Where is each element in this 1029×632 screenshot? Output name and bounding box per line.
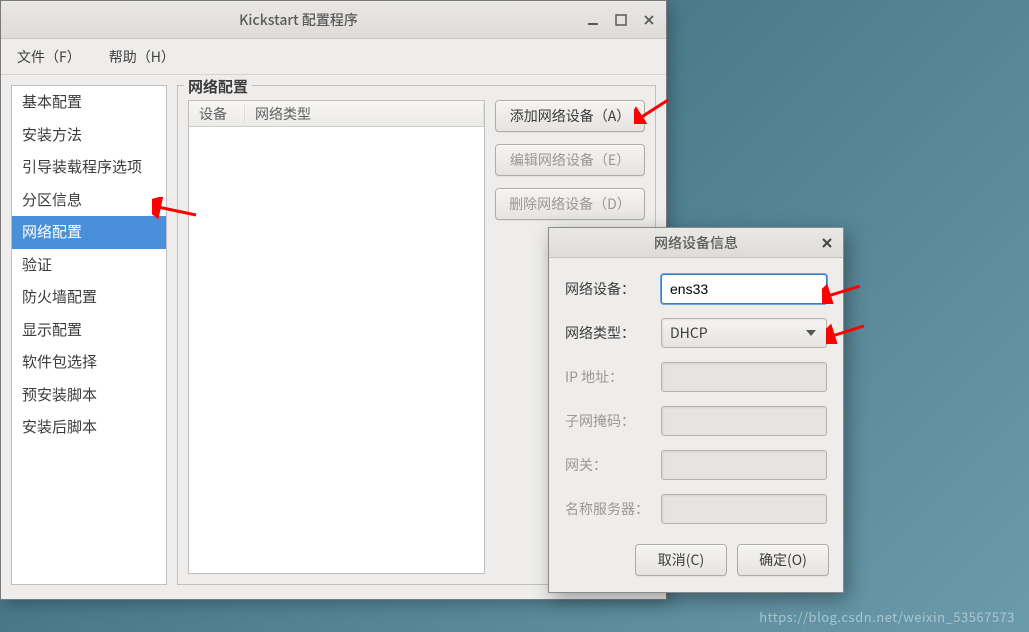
col-type[interactable]: 网络类型 — [245, 104, 484, 124]
maximize-button[interactable] — [614, 13, 628, 27]
main-titlebar[interactable]: Kickstart 配置程序 — [1, 1, 666, 39]
sidebar-item-partition[interactable]: 分区信息 — [12, 184, 166, 217]
cancel-button[interactable]: 取消(C) — [635, 544, 727, 576]
menu-file[interactable]: 文件（F） — [17, 47, 81, 67]
sidebar-item-auth[interactable]: 验证 — [12, 249, 166, 282]
sidebar-item-packages[interactable]: 软件包选择 — [12, 346, 166, 379]
dialog-form: 网络设备： 网络类型： DHCP IP 地址： 子网掩码： 网关： 名称服务器： — [549, 258, 843, 534]
combo-type-value: DHCP — [670, 323, 708, 343]
input-netmask — [661, 406, 827, 436]
dialog-titlebar[interactable]: 网络设备信息 — [549, 228, 843, 258]
window-title: Kickstart 配置程序 — [11, 10, 586, 30]
sidebar-item-network[interactable]: 网络配置 — [12, 216, 166, 249]
label-ip: IP 地址： — [565, 367, 655, 387]
watermark: https://blog.csdn.net/weixin_53567573 — [759, 607, 1015, 626]
fieldset-legend: 网络配置 — [184, 76, 252, 97]
sidebar-item-bootloader[interactable]: 引导装载程序选项 — [12, 151, 166, 184]
label-nameserver: 名称服务器： — [565, 499, 655, 519]
col-device[interactable]: 设备 — [189, 104, 245, 124]
label-gateway: 网关： — [565, 455, 655, 475]
dialog-title: 网络设备信息 — [559, 233, 833, 253]
sidebar-item-firewall[interactable]: 防火墙配置 — [12, 281, 166, 314]
input-ip — [661, 362, 827, 392]
edit-device-button[interactable]: 编辑网络设备（E） — [495, 144, 645, 176]
delete-device-button[interactable]: 删除网络设备（D） — [495, 188, 645, 220]
label-device: 网络设备： — [565, 279, 655, 299]
input-device[interactable] — [661, 274, 827, 304]
dialog-buttons: 取消(C) 确定(O) — [549, 534, 843, 592]
sidebar-item-display[interactable]: 显示配置 — [12, 314, 166, 347]
sidebar: 基本配置 安装方法 引导装载程序选项 分区信息 网络配置 验证 防火墙配置 显示… — [11, 85, 167, 585]
input-gateway — [661, 450, 827, 480]
sidebar-item-prescript[interactable]: 预安装脚本 — [12, 379, 166, 412]
sidebar-item-basic[interactable]: 基本配置 — [12, 86, 166, 119]
sidebar-item-install[interactable]: 安装方法 — [12, 119, 166, 152]
device-table[interactable]: 设备 网络类型 — [188, 100, 485, 574]
add-device-button[interactable]: 添加网络设备（A） — [495, 100, 645, 132]
menu-help[interactable]: 帮助（H） — [109, 47, 175, 67]
combo-type[interactable]: DHCP — [661, 318, 827, 348]
table-header: 设备 网络类型 — [189, 101, 484, 127]
chevron-down-icon — [806, 330, 816, 336]
label-type: 网络类型： — [565, 323, 655, 343]
minimize-button[interactable] — [586, 13, 600, 27]
label-netmask: 子网掩码： — [565, 411, 655, 431]
close-button[interactable] — [642, 13, 656, 27]
input-nameserver — [661, 494, 827, 524]
menubar: 文件（F） 帮助（H） — [1, 39, 666, 75]
sidebar-item-postscript[interactable]: 安装后脚本 — [12, 411, 166, 444]
ok-button[interactable]: 确定(O) — [737, 544, 829, 576]
dialog-close-button[interactable] — [821, 234, 833, 254]
window-controls — [586, 13, 656, 27]
device-info-dialog: 网络设备信息 网络设备： 网络类型： DHCP IP 地址： 子网掩码： 网关：… — [548, 227, 844, 593]
